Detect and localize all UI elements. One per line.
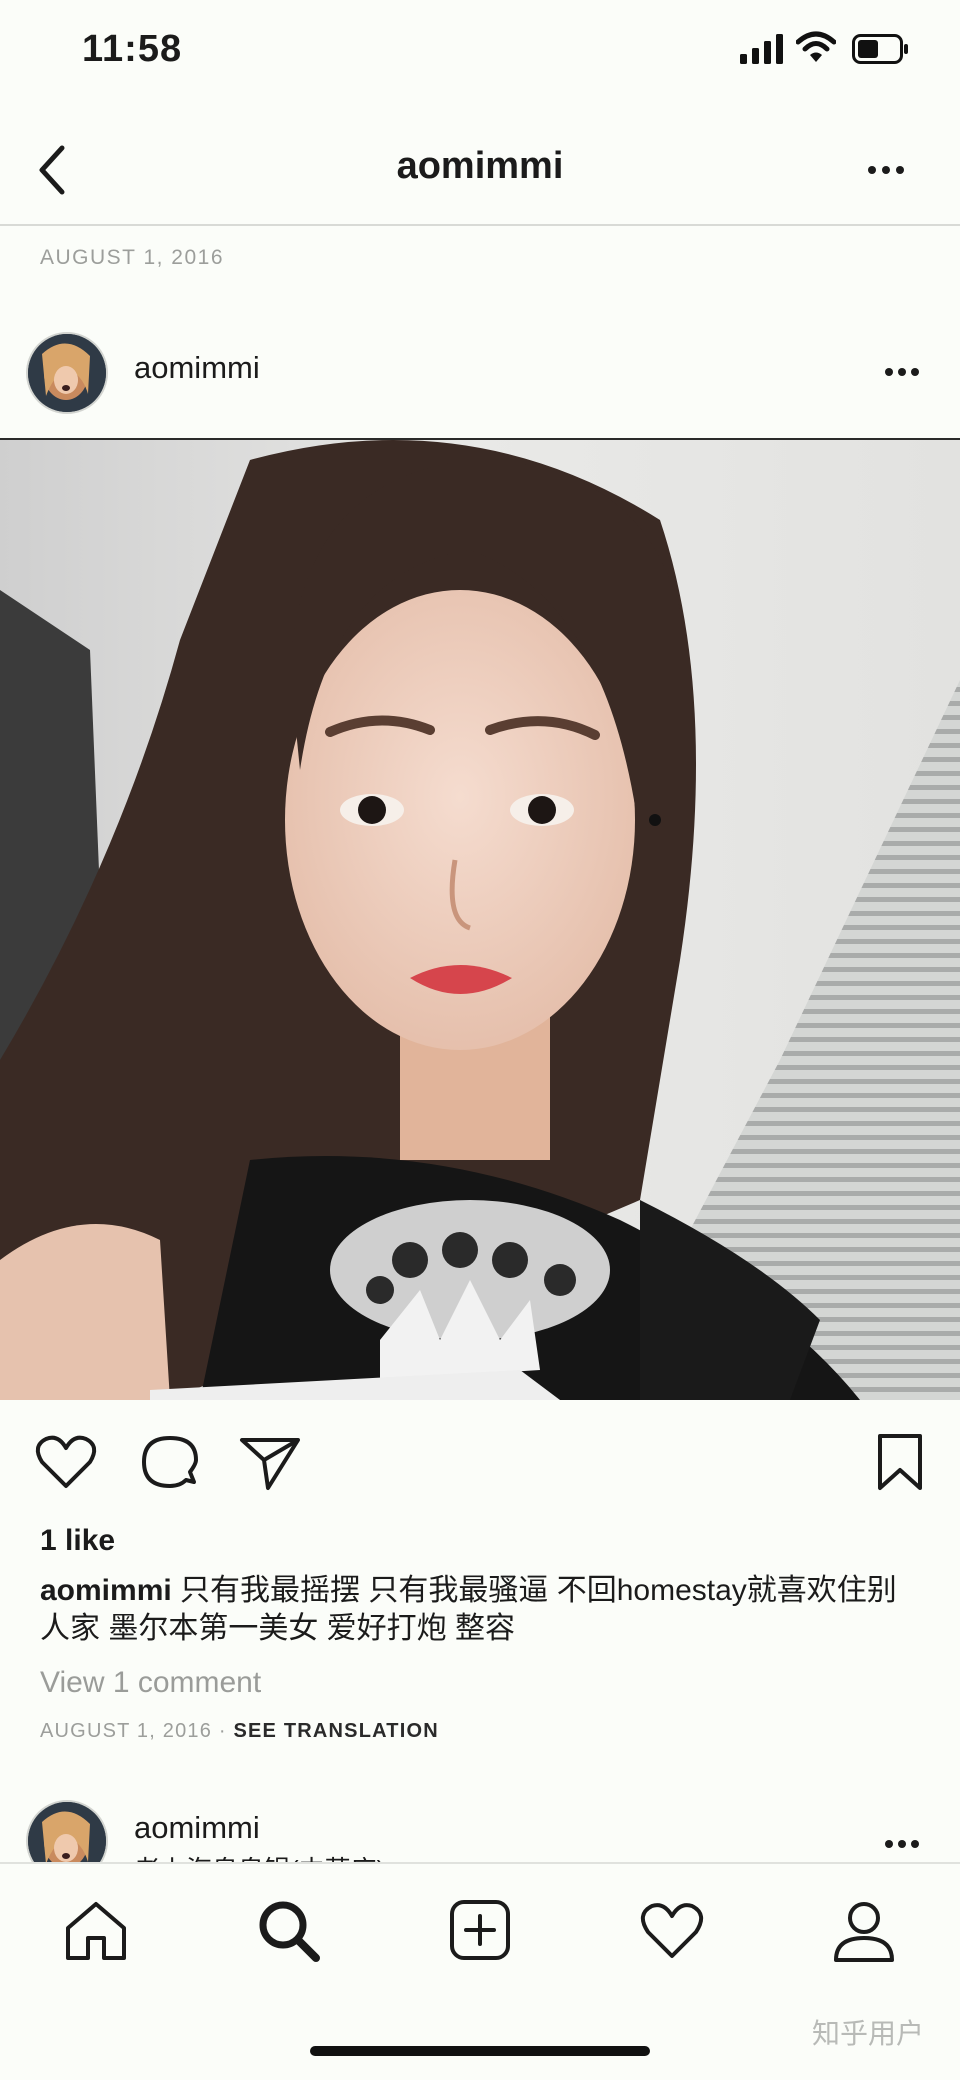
share-button[interactable] xyxy=(238,1430,302,1494)
post-date: AUGUST 1, 2016 xyxy=(40,1720,213,1742)
post-meta: AUGUST 1, 2016 · SEE TRANSLATION xyxy=(40,1720,439,1743)
activity-heart-icon[interactable] xyxy=(636,1894,708,1966)
status-time: 11:58 xyxy=(82,28,183,70)
page-title: aomimmi xyxy=(396,145,564,187)
battery-icon xyxy=(852,34,908,64)
home-indicator[interactable] xyxy=(310,2046,650,2056)
avatar[interactable] xyxy=(26,332,108,414)
comment-button[interactable] xyxy=(138,1430,202,1494)
watermark: 知乎用户 xyxy=(812,2018,925,2049)
next-post-username[interactable]: aomimmi xyxy=(134,1810,260,1846)
signal-icon xyxy=(740,34,783,64)
post-caption: aomimmi 只有我最摇摆 只有我最骚逼 不回homestay就喜欢住别人家 … xyxy=(40,1572,920,1648)
like-button[interactable] xyxy=(34,1430,98,1494)
post-username[interactable]: aomimmi xyxy=(134,350,260,386)
new-post-icon[interactable] xyxy=(444,1894,516,1966)
wifi-icon xyxy=(796,31,836,62)
home-icon[interactable] xyxy=(60,1894,132,1966)
likes-count[interactable]: 1 like xyxy=(40,1524,115,1558)
post-photo[interactable] xyxy=(0,440,960,1400)
more-options-icon[interactable] xyxy=(880,356,924,388)
save-button[interactable] xyxy=(872,1430,928,1494)
caption-username[interactable]: aomimmi xyxy=(40,1574,172,1607)
view-comments-link[interactable]: View 1 comment xyxy=(40,1666,261,1700)
post-date-header: AUGUST 1, 2016 xyxy=(40,246,225,269)
more-options-icon[interactable] xyxy=(880,1828,924,1860)
search-icon[interactable] xyxy=(252,1894,324,1966)
meta-separator: · xyxy=(212,1720,234,1742)
see-translation-link[interactable]: SEE TRANSLATION xyxy=(233,1720,438,1742)
more-options-icon[interactable] xyxy=(862,150,910,190)
profile-icon[interactable] xyxy=(828,1894,900,1966)
